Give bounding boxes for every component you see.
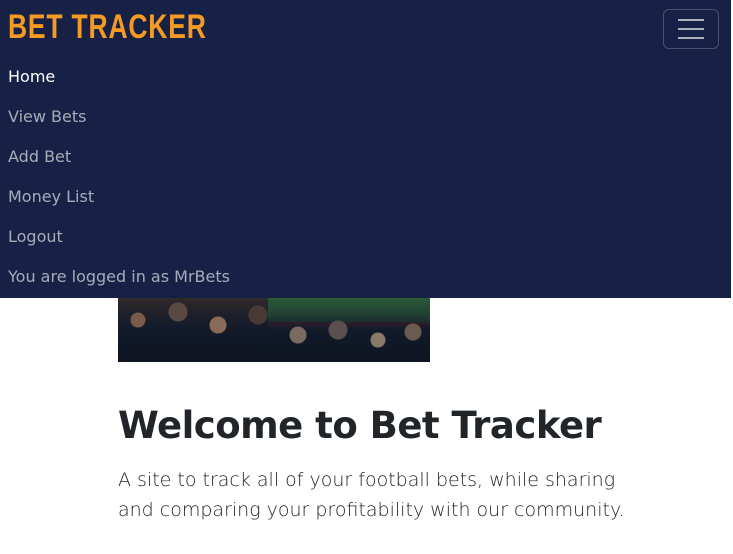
hamburger-menu-icon (678, 19, 704, 21)
crowd (118, 290, 430, 362)
nav-item-money-list[interactable]: Money List (8, 177, 230, 217)
navbar-toggler-button[interactable] (663, 9, 719, 49)
nav-item-home[interactable]: Home (8, 57, 230, 97)
page-title: Welcome to Bet Tracker (118, 404, 602, 447)
brand-logo[interactable]: BET TRACKER (8, 8, 207, 47)
navbar: BET TRACKER Home View Bets Add Bet Money… (0, 0, 731, 298)
hamburger-menu-icon-bar (678, 37, 704, 39)
intro-text: A site to track all of your football bet… (118, 469, 625, 521)
nav-item-logout[interactable]: Logout (8, 217, 230, 257)
nav-item-view-bets[interactable]: View Bets (8, 97, 230, 137)
nav-item-add-bet[interactable]: Add Bet (8, 137, 230, 177)
hamburger-menu-icon-bar (678, 28, 704, 30)
nav-menu: Home View Bets Add Bet Money List Logout… (8, 57, 230, 297)
logged-in-status: You are logged in as MrBets (8, 267, 230, 286)
